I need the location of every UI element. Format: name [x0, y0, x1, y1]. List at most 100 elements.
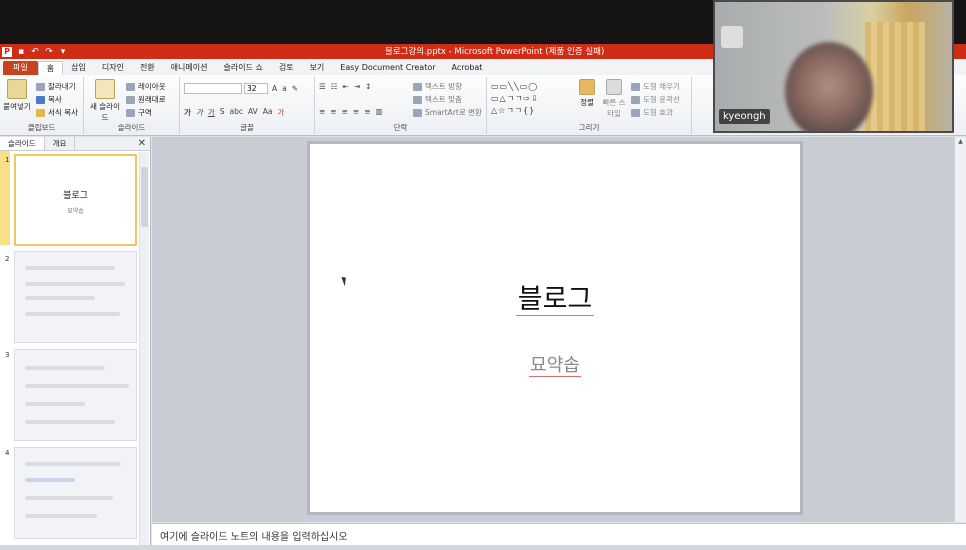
decrease-indent-icon[interactable]: ⇤ [342, 82, 348, 91]
slide-thumbnail-2[interactable] [14, 251, 137, 343]
slide-title-text: 블로그 [515, 284, 595, 316]
format-painter-label: 서식 복사 [48, 108, 78, 117]
align-left-icon[interactable]: ≡ [319, 107, 325, 116]
tab-animations[interactable]: 애니메이션 [163, 61, 216, 75]
group-clipboard: 붙여넣기 잘라내기 복사 서식 복사 클립보드 [0, 77, 84, 134]
line-spacing-icon[interactable]: ↕ [365, 82, 371, 91]
text-direction-button[interactable]: 텍스트 방향 [413, 81, 462, 92]
reset-button[interactable]: 원래대로 [126, 94, 166, 105]
slide-scrollbar[interactable]: ▲ [954, 137, 966, 522]
shape-fill-label: 도형 채우기 [643, 82, 680, 91]
pane-scrollbar[interactable] [139, 152, 149, 550]
arrange-icon [579, 79, 595, 95]
arrange-button[interactable]: 정렬 [575, 79, 599, 108]
group-paragraph: ☰ ☷ ⇤ ⇥ ↕ ≡ ≡ ≡ ≡ ≡ ▥ 텍스트 방향 텍스트 맞춤 SmartArt로 변환 … [315, 77, 487, 134]
close-icon[interactable]: ✕ [138, 137, 146, 150]
slide-editing-area: 블로그 묘약솝 [152, 137, 954, 522]
layout-label: 레이아웃 [138, 82, 166, 91]
align-center-icon[interactable]: ≡ [330, 107, 336, 116]
customize-qat-icon[interactable]: ▾ [58, 47, 68, 57]
quick-styles-icon [606, 79, 622, 95]
slide-thumbnail-3[interactable] [14, 349, 137, 441]
tab-file[interactable]: 파일 [3, 61, 38, 75]
screen: P ▪ ↶ ↷ ▾ 블로그강의.pptx - Microsoft PowerPo… [0, 0, 966, 550]
align-text-button[interactable]: 텍스트 맞춤 [413, 94, 462, 105]
increase-indent-icon[interactable]: ⇥ [354, 82, 360, 91]
new-slide-button[interactable]: 새 슬라이드 [88, 79, 122, 123]
shapes-gallery[interactable]: ▭▭╲╲▭◯ ▭△ㄱㄱ⇨⇩ △☆ㄱㄱ{} [491, 81, 569, 117]
group-label-font: 글꼴 [240, 123, 254, 132]
font-color-icon[interactable]: 가 [278, 107, 285, 118]
blurred-content [25, 282, 125, 286]
thumb-title: 블로그 [63, 191, 88, 201]
tab-outline[interactable]: 개요 [45, 137, 76, 150]
blurred-content [25, 478, 75, 482]
tab-design[interactable]: 디자인 [94, 61, 132, 75]
tab-transitions[interactable]: 전환 [132, 61, 163, 75]
section-button[interactable]: 구역 [126, 107, 152, 118]
layout-button[interactable]: 레이아웃 [126, 81, 166, 92]
scroll-thumb[interactable] [141, 167, 148, 227]
smartart-label: SmartArt로 변환 [425, 108, 482, 117]
justify-icon[interactable]: ≡ [353, 107, 359, 116]
tab-easy-document-creator[interactable]: Easy Document Creator [332, 61, 443, 75]
tab-view[interactable]: 보기 [302, 61, 333, 75]
shape-outline-button[interactable]: 도형 윤곽선 [631, 94, 680, 105]
tab-slides[interactable]: 슬라이드 [0, 137, 45, 150]
status-bar [0, 545, 966, 550]
tab-review[interactable]: 검토 [271, 61, 302, 75]
slide-title-placeholder[interactable]: 블로그 [310, 277, 800, 316]
align-right-icon[interactable]: ≡ [342, 107, 348, 116]
numbering-icon[interactable]: ☷ [331, 82, 338, 91]
notes-pane[interactable]: 여기에 슬라이드 노트의 내용을 입력하십시오 [152, 523, 966, 545]
strike-icon[interactable]: abc [229, 107, 242, 118]
slide-thumbnail-1[interactable]: 블로그 묘약솝 [14, 154, 137, 246]
window-title: 블로그강의.pptx - Microsoft PowerPoint (제품 인증… [385, 47, 605, 57]
shape-effects-label: 도형 효과 [643, 108, 673, 117]
font-name-combobox[interactable] [184, 83, 242, 94]
grow-font-icon[interactable]: A [272, 84, 277, 93]
copy-button[interactable]: 복사 [36, 94, 62, 105]
cut-button[interactable]: 잘라내기 [36, 81, 76, 92]
shadow-icon[interactable]: S [220, 107, 225, 118]
distributed-icon[interactable]: ≡ [364, 107, 370, 116]
spacing-icon[interactable]: AV [248, 107, 258, 118]
italic-icon[interactable]: 가 [196, 107, 203, 118]
shape-outline-label: 도형 윤곽선 [643, 95, 680, 104]
shape-effects-button[interactable]: 도형 효과 [631, 107, 673, 118]
bold-icon[interactable]: 가 [184, 107, 191, 118]
tab-slide-show[interactable]: 슬라이드 쇼 [215, 61, 270, 75]
new-slide-icon [95, 79, 115, 99]
tab-insert[interactable]: 삽입 [63, 61, 94, 75]
layout-icon [126, 82, 135, 91]
section-icon [126, 108, 135, 117]
save-icon[interactable]: ▪ [16, 47, 26, 57]
case-icon[interactable]: Aa [263, 107, 273, 118]
clear-format-icon[interactable]: ✎ [292, 84, 298, 93]
paste-button[interactable]: 붙여넣기 [2, 79, 32, 112]
columns-icon[interactable]: ▥ [375, 107, 382, 116]
slide-canvas[interactable]: 블로그 묘약솝 [310, 144, 800, 512]
undo-icon[interactable]: ↶ [30, 47, 40, 57]
slide-number: 3 [5, 351, 10, 359]
smartart-button[interactable]: SmartArt로 변환 [413, 107, 482, 118]
slide-thumbnail-4[interactable] [14, 447, 137, 539]
format-painter-button[interactable]: 서식 복사 [36, 107, 78, 118]
scroll-up-icon[interactable]: ▲ [955, 137, 966, 147]
slide-number: 2 [5, 255, 10, 263]
tab-acrobat[interactable]: Acrobat [444, 61, 491, 75]
group-label-drawing: 그리기 [578, 123, 600, 132]
underline-icon[interactable]: 가 [208, 107, 215, 118]
shrink-font-icon[interactable]: a [282, 84, 287, 93]
effects-icon [631, 108, 640, 117]
shape-fill-button[interactable]: 도형 채우기 [631, 81, 680, 92]
font-size-combobox[interactable]: 32 [244, 83, 268, 94]
quick-styles-button[interactable]: 빠른 스타일 [601, 79, 627, 119]
slide-subtitle-placeholder[interactable]: 묘약솝 [310, 351, 800, 377]
redo-icon[interactable]: ↷ [44, 47, 54, 57]
participant-video[interactable]: kyeongh [713, 0, 954, 133]
quick-styles-label: 빠른 스타일 [602, 98, 626, 118]
paste-icon [7, 79, 27, 99]
bullets-icon[interactable]: ☰ [319, 82, 326, 91]
tab-home[interactable]: 홈 [37, 61, 64, 75]
